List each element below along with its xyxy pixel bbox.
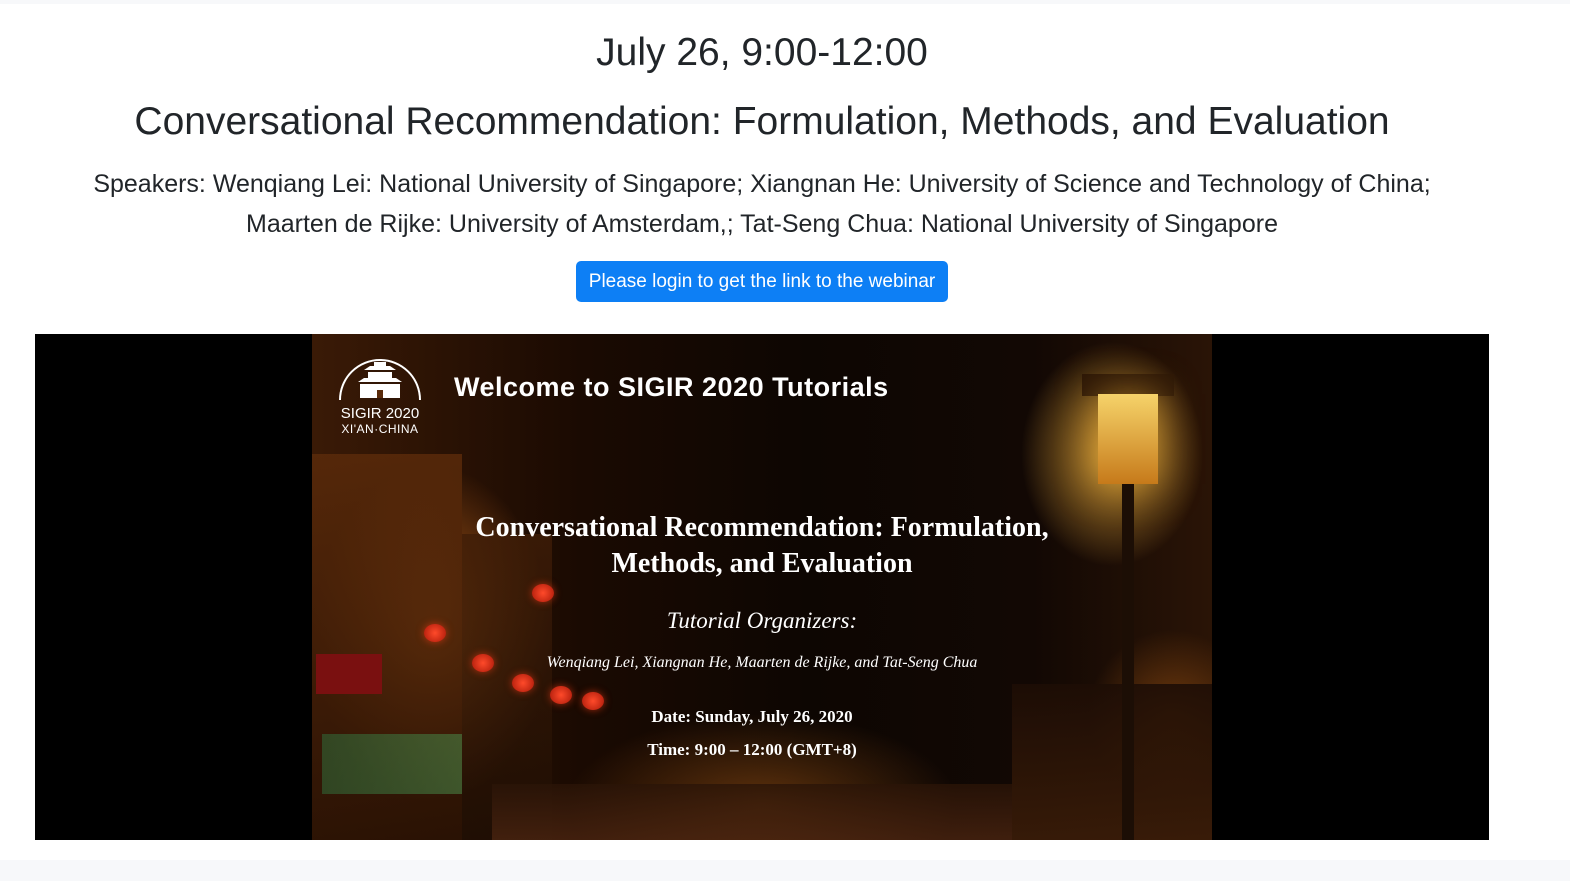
logo-name: SIGIR 2020 — [340, 405, 420, 422]
drum-tower-icon — [339, 359, 421, 401]
tutorial-slide: SIGIR 2020 XI'AN·CHINA Welcome to SIGIR … — [312, 334, 1212, 840]
slide-title-line-1: Conversational Recommendation: Formulati… — [475, 512, 1049, 543]
organizers-label: Tutorial Organizers: — [666, 608, 858, 633]
street-lamp-light — [1098, 394, 1158, 484]
sigir-logo: SIGIR 2020 XI'AN·CHINA — [334, 348, 426, 448]
organizers-names: Wenqiang Lei, Xiangnan He, Maarten de Ri… — [546, 654, 978, 671]
speakers-line-1: Speakers: Wenqiang Lei: National Univers… — [93, 170, 1431, 198]
session-title: Conversational Recommendation: Formulati… — [134, 100, 1390, 143]
login-webinar-button[interactable]: Please login to get the link to the webi… — [576, 261, 948, 302]
tutorial-page: July 26, 9:00-12:00 Conversational Recom… — [0, 4, 1570, 860]
slide-title-line-2: Methods, and Evaluation — [611, 548, 913, 579]
speakers-text: Speakers: Wenqiang Lei: National Univers… — [40, 164, 1484, 244]
slide-time: Time: 9:00 – 12:00 (GMT+8) — [647, 740, 857, 759]
street — [492, 784, 1012, 840]
slide-date: Date: Sunday, July 26, 2020 — [651, 707, 853, 726]
session-datetime: July 26, 9:00-12:00 — [596, 31, 928, 74]
lantern — [550, 686, 572, 704]
street-lamp-roof — [1082, 374, 1174, 396]
lantern — [512, 674, 534, 692]
lantern — [532, 584, 554, 602]
video-player[interactable]: SIGIR 2020 XI'AN·CHINA Welcome to SIGIR … — [35, 334, 1489, 840]
welcome-heading: Welcome to SIGIR 2020 Tutorials — [454, 372, 889, 402]
speakers-line-2: Maarten de Rijke: University of Amsterda… — [246, 210, 1278, 238]
logo-location: XI'AN·CHINA — [341, 422, 419, 436]
slide-title: Conversational Recommendation: Formulati… — [432, 510, 1092, 582]
